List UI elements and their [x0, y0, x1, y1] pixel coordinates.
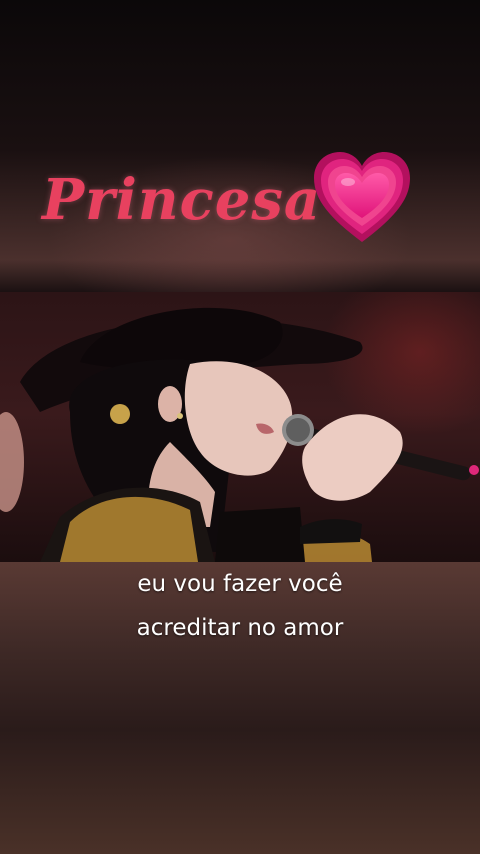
singer-image [0, 307, 479, 562]
story-screen: Princesa eu vou fazer você acreditar no … [0, 0, 480, 854]
heart-icon [314, 152, 410, 242]
subtitle-caption: eu vou fazer você acreditar no amor [0, 560, 480, 650]
video-frame[interactable] [0, 292, 480, 562]
title-overlay: Princesa [42, 152, 321, 248]
subtitle-line-2: acreditar no amor [136, 615, 344, 641]
page-title: Princesa [42, 167, 322, 233]
subtitle-line-1: eu vou fazer você [137, 571, 343, 597]
